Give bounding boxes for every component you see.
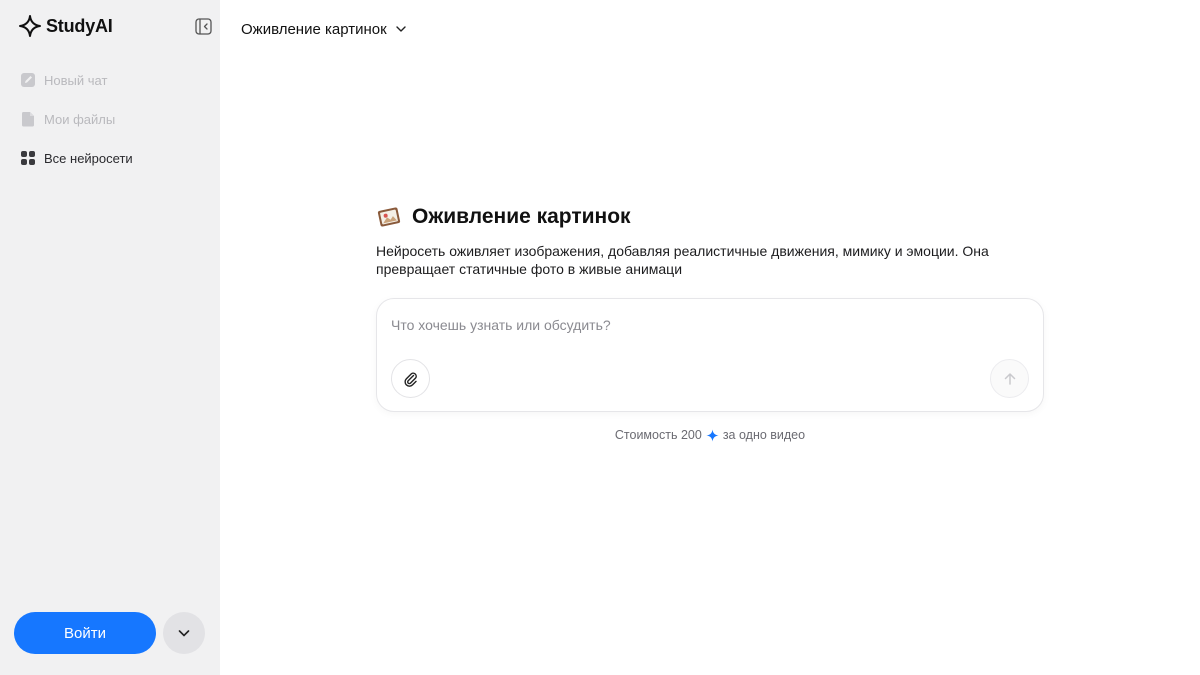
sidebar-item-my-files[interactable]: Мои файлы: [20, 109, 210, 129]
model-description: Нейросеть оживляет изображения, добавляя…: [376, 243, 989, 277]
cost-suffix: за одно видео: [722, 428, 806, 442]
file-icon: [21, 112, 34, 127]
sidebar-item-new-chat[interactable]: Новый чат: [20, 70, 210, 90]
main-area: Оживление картинок Оживление картинок Не…: [220, 0, 1200, 675]
model-selector-label: Оживление картинок: [241, 20, 387, 38]
collapse-sidebar-button[interactable]: [194, 17, 212, 35]
grid-icon: [21, 151, 35, 165]
model-selector[interactable]: Оживление картинок: [241, 18, 407, 40]
sidebar-item-all-models[interactable]: Все нейросети: [20, 148, 210, 168]
message-input[interactable]: [391, 317, 991, 333]
cost-prefix: Стоимость 200: [614, 428, 702, 442]
picture-icon: [377, 207, 401, 227]
send-button[interactable]: [990, 359, 1029, 398]
cost-info: Стоимость 200 за одно видео: [376, 428, 1044, 442]
arrow-up-icon: [1004, 372, 1015, 385]
attach-file-button[interactable]: [391, 359, 430, 398]
chat-composer: [376, 298, 1044, 412]
sidebar: StudyAI Новый чат Мои файлы Все нейросет…: [0, 0, 220, 675]
chevron-down-icon: [395, 26, 406, 32]
sidebar-item-label: Мои файлы: [44, 111, 116, 127]
sidebar-nav: Новый чат Мои файлы Все нейросети: [20, 70, 210, 187]
app-root: StudyAI Новый чат Мои файлы Все нейросет…: [0, 0, 1200, 675]
page-title: Оживление картинок: [412, 205, 631, 228]
credit-sparkle-icon: [706, 428, 719, 442]
login-button[interactable]: Войти: [14, 612, 156, 654]
sidebar-collapse-icon: [194, 17, 212, 35]
edit-icon: [21, 73, 35, 87]
model-intro: Оживление картинок Нейросеть оживляет из…: [376, 204, 1044, 442]
sidebar-item-label: Новый чат: [44, 72, 108, 88]
chevron-down-icon: [178, 630, 190, 637]
title-row: Оживление картинок: [376, 204, 1044, 230]
sparkle-logo-icon: [19, 15, 41, 37]
more-options-button[interactable]: [163, 612, 205, 654]
paperclip-icon: [403, 372, 417, 387]
sidebar-item-label: Все нейросети: [44, 150, 133, 166]
brand-logo[interactable]: StudyAI: [18, 14, 113, 38]
brand-name: StudyAI: [46, 15, 113, 36]
